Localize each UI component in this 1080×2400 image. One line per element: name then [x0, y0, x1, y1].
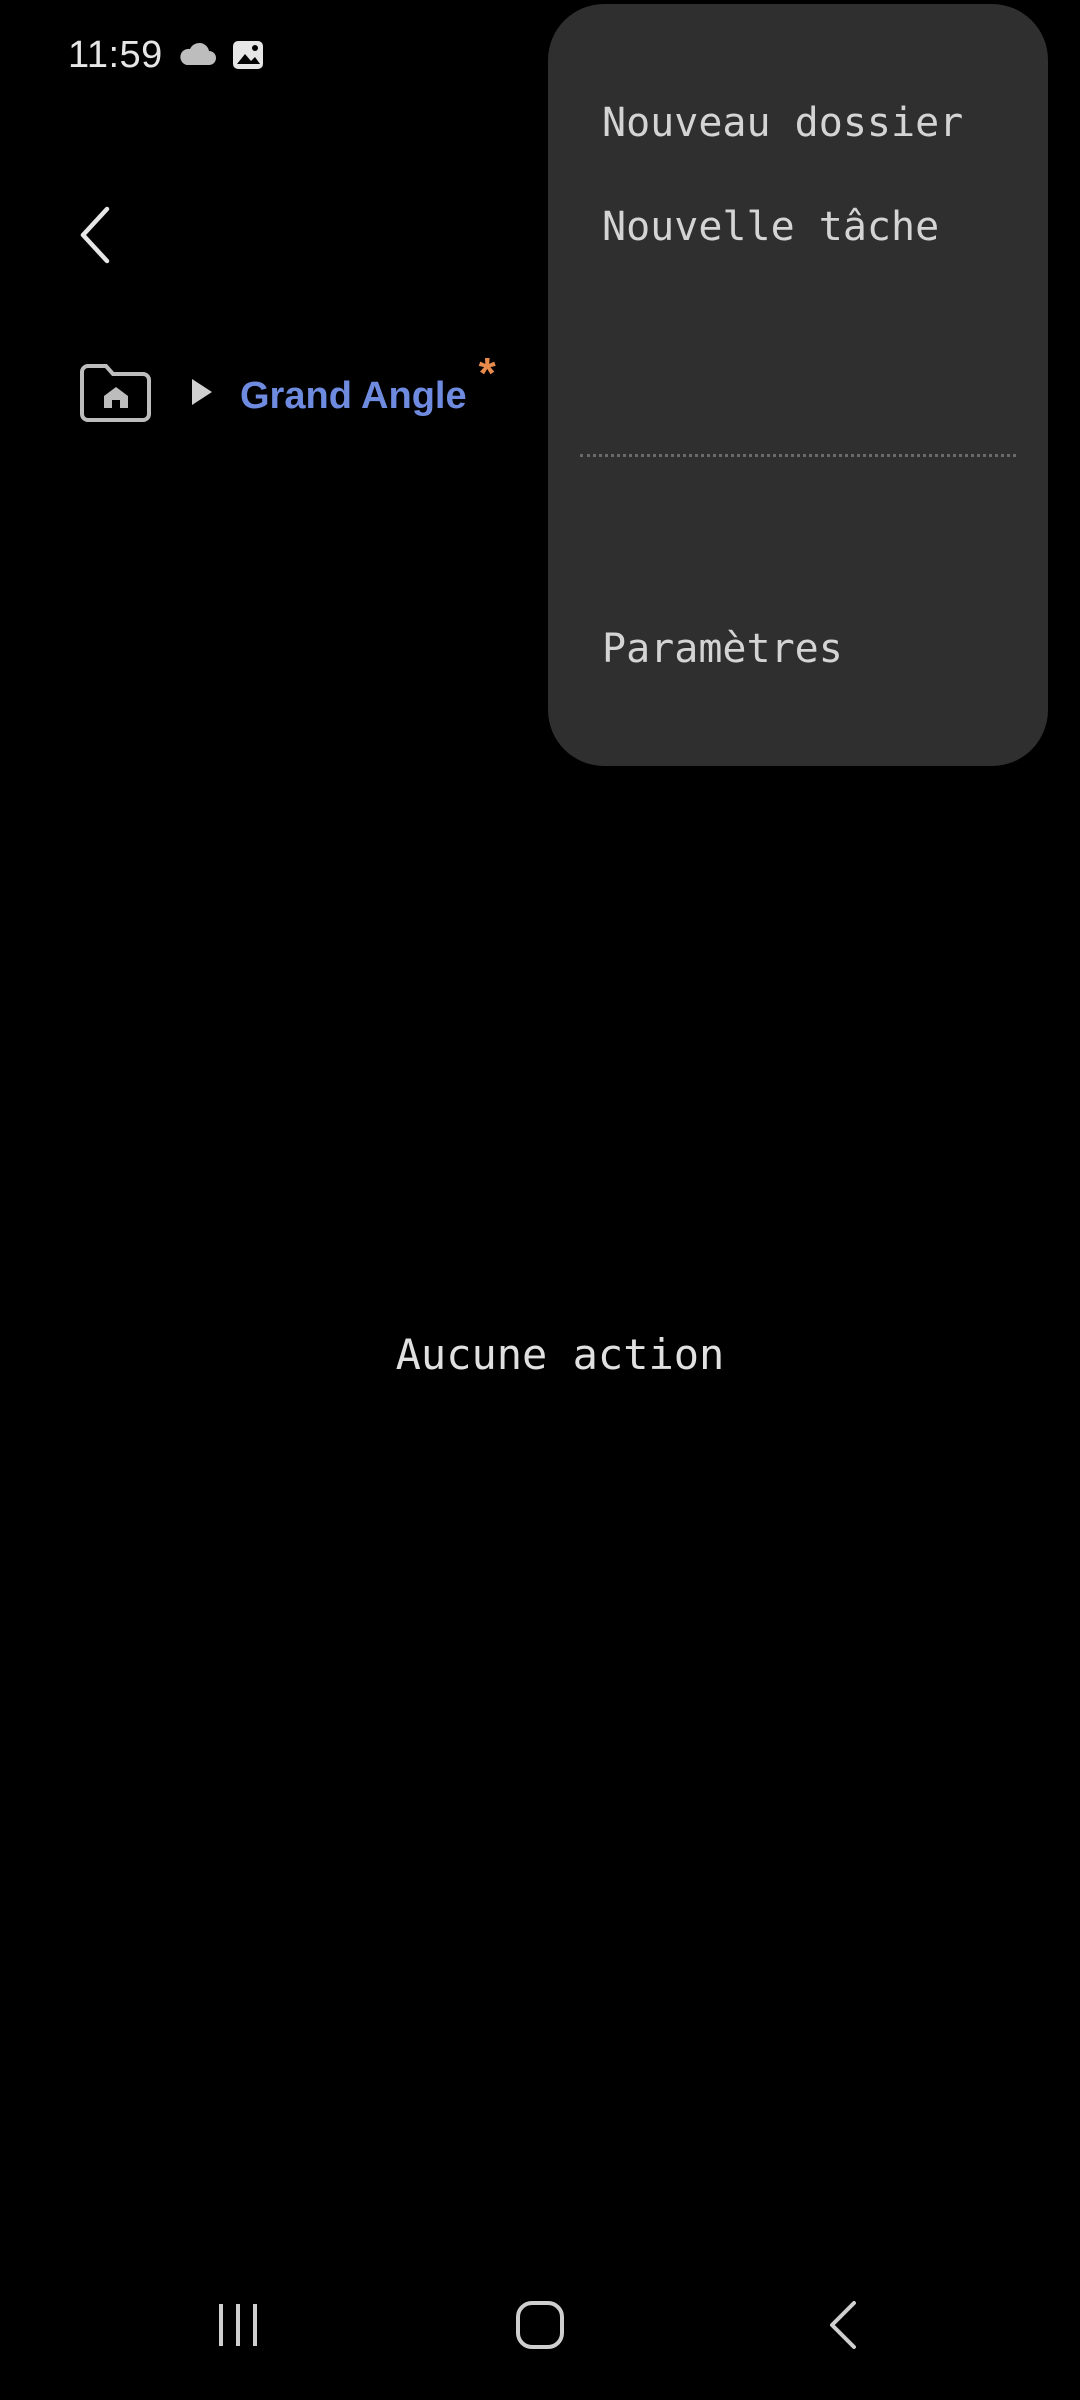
status-bar: 11:59 [68, 30, 265, 80]
system-back-button[interactable] [798, 2290, 888, 2360]
home-folder-icon [80, 364, 151, 422]
breadcrumb-separator [190, 377, 214, 407]
gallery-icon [231, 38, 265, 72]
empty-state-message: Aucune action [395, 1330, 725, 1379]
overflow-menu: Nouveau dossier Nouvelle tâche Paramètre… [548, 4, 1048, 766]
menu-item-new-task[interactable]: Nouvelle tâche [602, 204, 939, 250]
modified-marker: * [478, 349, 496, 398]
breadcrumb-current[interactable]: Grand Angle [240, 375, 467, 418]
breadcrumb: Grand Angle * [78, 349, 496, 432]
screen: 11:59 Grand Angle * Aucune action Nouvea… [0, 0, 1080, 2400]
recents-button[interactable] [193, 2290, 283, 2360]
home-icon [516, 2301, 564, 2349]
menu-divider [580, 454, 1016, 457]
back-button[interactable] [60, 195, 130, 275]
home-folder-button[interactable] [78, 360, 154, 424]
play-arrow-icon [192, 379, 212, 405]
back-icon [830, 2301, 856, 2349]
status-time: 11:59 [68, 33, 163, 76]
menu-item-new-folder[interactable]: Nouveau dossier [602, 100, 963, 146]
menu-item-settings[interactable]: Paramètres [602, 626, 843, 672]
home-button[interactable] [495, 2290, 585, 2360]
navigation-bar [0, 2280, 1080, 2370]
recents-icon [219, 2304, 257, 2346]
chevron-left-icon [80, 206, 110, 264]
cloud-icon [177, 41, 217, 69]
